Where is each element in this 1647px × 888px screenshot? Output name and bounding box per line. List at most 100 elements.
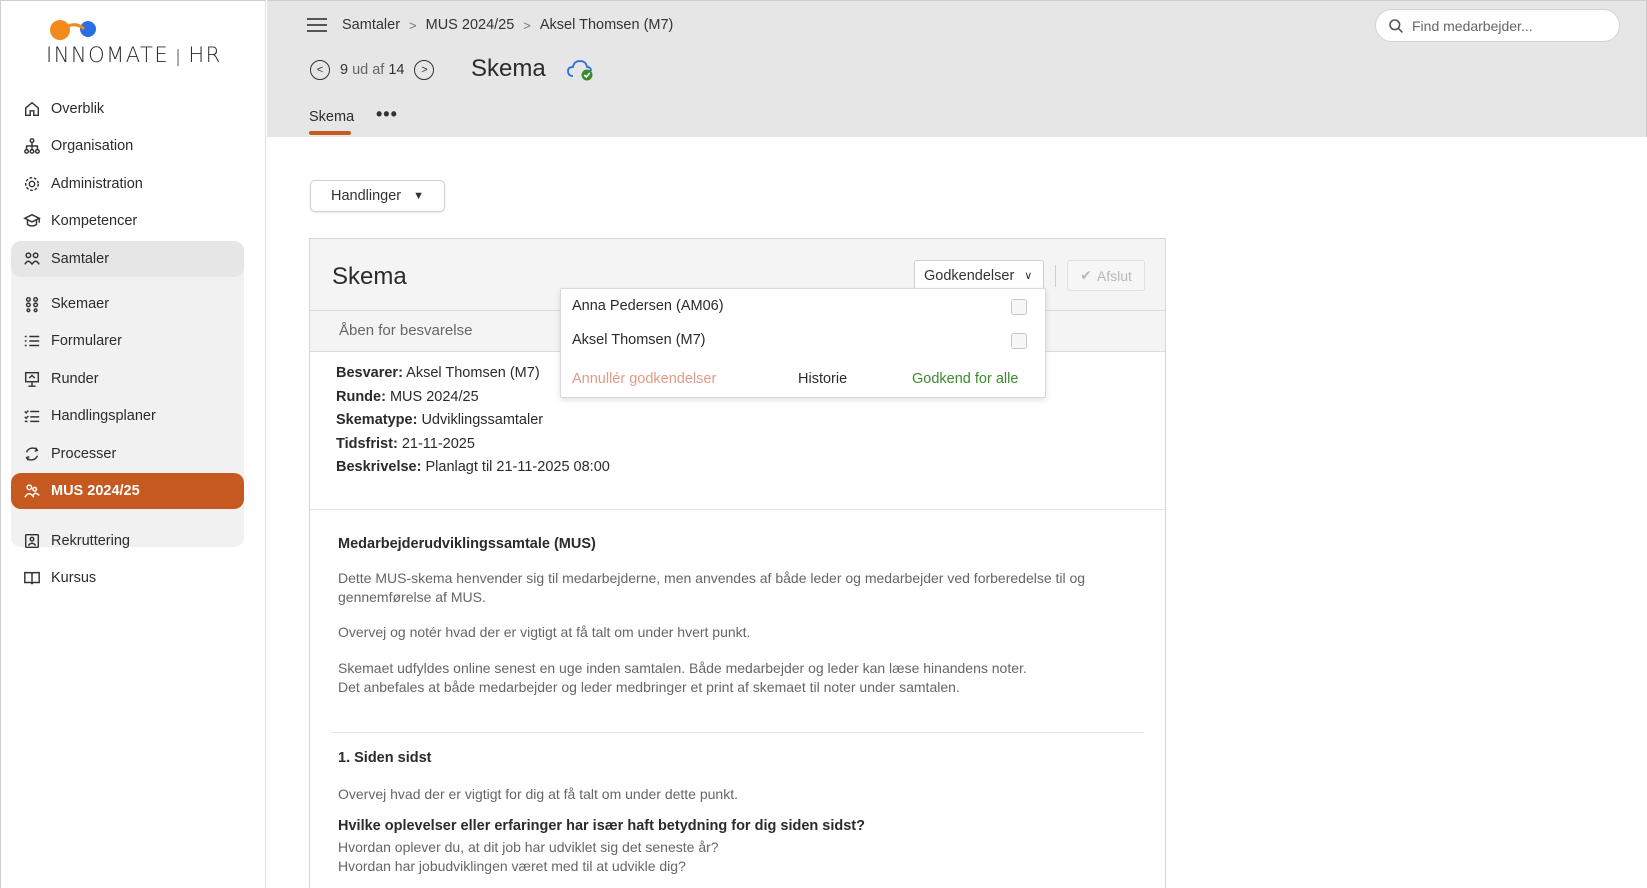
sidebar-item-organisation[interactable]: Organisation bbox=[11, 128, 244, 164]
previous-icon[interactable]: < bbox=[310, 60, 330, 80]
meta-key: Skematype: bbox=[336, 412, 418, 428]
sidebar-item-label: Handlingsplaner bbox=[51, 408, 156, 424]
sidebar-item-administration[interactable]: Administration bbox=[11, 166, 244, 202]
cloud-saved-icon bbox=[567, 60, 593, 81]
search-input[interactable] bbox=[1412, 17, 1592, 34]
brand-separator: | bbox=[175, 47, 183, 67]
approver-checkbox[interactable] bbox=[1011, 299, 1027, 315]
meta-value: 21-11-2025 bbox=[401, 435, 475, 452]
breadcrumb: Samtaler > MUS 2024/25 > Aksel Thomsen (… bbox=[342, 17, 673, 33]
sidebar-item-label: Overblik bbox=[51, 101, 105, 117]
book-icon bbox=[23, 569, 41, 587]
grid-dots-icon bbox=[23, 295, 41, 313]
people-icon bbox=[23, 482, 41, 500]
card-title: Skema bbox=[332, 263, 407, 290]
breadcrumb-mus[interactable]: MUS 2024/25 bbox=[426, 17, 515, 33]
brand-suffix: HR bbox=[188, 43, 222, 67]
meta-value: Aksel Thomsen (M7) bbox=[406, 365, 540, 381]
home-icon bbox=[23, 100, 41, 118]
chevron-down-icon: ∨ bbox=[1024, 270, 1033, 282]
pager: < 9 ud af 14 > bbox=[310, 60, 435, 80]
divider bbox=[310, 509, 1165, 510]
sidebar-item-overblik[interactable]: Overblik bbox=[11, 91, 244, 127]
section-subquestion: Hvordan har jobudviklingen været med til… bbox=[338, 858, 686, 874]
section-subquestion: Hvordan oplever du, at dit job har udvik… bbox=[338, 839, 719, 855]
breadcrumb-samtaler[interactable]: Samtaler bbox=[342, 17, 400, 33]
sidebar-item-formularer[interactable]: Formularer bbox=[11, 323, 244, 359]
section-question: Hvilke oplevelser eller erfaringer har i… bbox=[338, 818, 865, 834]
sidebar-item-label: MUS 2024/25 bbox=[51, 483, 140, 499]
approver-name: Anna Pedersen (AM06) bbox=[572, 298, 724, 314]
meta-key: Beskrivelse: bbox=[336, 459, 422, 475]
meta-key: Tidsfrist: bbox=[336, 435, 398, 452]
page-title: Skema bbox=[471, 55, 546, 82]
approvals-button[interactable]: Godkendelser ∨ bbox=[914, 260, 1044, 291]
sidebar-item-label: Samtaler bbox=[51, 251, 110, 267]
menu-icon[interactable] bbox=[307, 18, 327, 32]
cycle-icon bbox=[23, 445, 41, 463]
meta-row: Beskrivelse: Planlagt til 21-11-2025 08:… bbox=[336, 456, 610, 480]
sidebar-item-label: Rekruttering bbox=[51, 533, 130, 549]
meta-row: Skematype: Udviklingssamtaler bbox=[336, 409, 610, 433]
pager-of-label: ud af bbox=[352, 62, 385, 78]
sidebar-item-runder[interactable]: Runder bbox=[11, 361, 244, 397]
intro-paragraph: Skemaet udfyldes online senest en uge in… bbox=[338, 660, 1027, 676]
sidebar-item-label: Organisation bbox=[51, 138, 134, 154]
logo-text: INNOMATE | HR bbox=[46, 43, 222, 67]
section-heading: 1. Siden sidst bbox=[338, 750, 432, 766]
check-icon: ✔ bbox=[1080, 267, 1092, 283]
history-button[interactable]: Historie bbox=[798, 371, 847, 387]
pager-current: 9 bbox=[340, 62, 349, 78]
next-icon[interactable]: > bbox=[414, 60, 435, 80]
more-options-icon[interactable]: ••• bbox=[376, 104, 398, 125]
approvals-dropdown: Anna Pedersen (AM06) Aksel Thomsen (M7) … bbox=[560, 288, 1046, 398]
sidebar-item-rekruttering[interactable]: Rekruttering bbox=[11, 523, 244, 559]
logo[interactable]: INNOMATE | HR bbox=[46, 15, 236, 71]
sidebar-item-samtaler[interactable]: Samtaler bbox=[11, 241, 244, 277]
topbar: Samtaler > MUS 2024/25 > Aksel Thomsen (… bbox=[267, 0, 1647, 137]
sidebar-item-label: Skemaer bbox=[51, 296, 110, 312]
meta-key: Besvarer: bbox=[336, 365, 403, 381]
search-icon bbox=[1389, 18, 1403, 33]
cancel-approvals-button[interactable]: Annullér godkendelser bbox=[572, 371, 716, 387]
intro-paragraph: Overvej og notér hvad der er vigtigt at … bbox=[338, 624, 751, 640]
sidebar-item-label: Administration bbox=[51, 176, 143, 192]
divider bbox=[332, 732, 1144, 733]
sidebar-item-handlingsplaner[interactable]: Handlingsplaner bbox=[11, 398, 244, 434]
breadcrumb-employee[interactable]: Aksel Thomsen (M7) bbox=[540, 17, 674, 33]
actions-button[interactable]: Handlinger ▼ bbox=[310, 180, 445, 212]
sidebar-item-mus-2024-25[interactable]: MUS 2024/25 bbox=[11, 473, 244, 509]
sidebar-item-skemaer[interactable]: Skemaer bbox=[11, 286, 244, 322]
tab-active-indicator bbox=[309, 131, 351, 135]
brand-name: INNOMATE bbox=[46, 43, 170, 67]
meta-row: Tidsfrist: 21-11-2025 bbox=[336, 433, 610, 457]
search-box[interactable] bbox=[1375, 9, 1620, 42]
meta-value: Planlagt til 21-11-2025 08:00 bbox=[425, 459, 610, 475]
intro-heading: Medarbejderudviklingssamtale (MUS) bbox=[338, 536, 596, 552]
approve-all-button[interactable]: Godkend for alle bbox=[912, 371, 1018, 387]
actions-label: Handlinger bbox=[330, 188, 402, 204]
org-chart-icon bbox=[23, 137, 41, 155]
sidebar-item-kompetencer[interactable]: Kompetencer bbox=[11, 203, 244, 239]
gear-icon bbox=[23, 175, 41, 193]
sidebar-item-processer[interactable]: Processer bbox=[11, 436, 244, 472]
sidebar-item-label: Processer bbox=[51, 446, 117, 462]
checklist-icon bbox=[23, 407, 41, 425]
approvals-label: Godkendelser bbox=[924, 267, 1015, 284]
sidebar-item-label: Runder bbox=[51, 371, 99, 387]
approver-checkbox[interactable] bbox=[1011, 333, 1027, 349]
sidebar-item-label: Kursus bbox=[51, 570, 97, 586]
chevron-down-icon: ▼ bbox=[413, 190, 425, 202]
meta-value: MUS 2024/25 bbox=[389, 388, 479, 405]
graduation-cap-icon bbox=[23, 212, 41, 230]
status-text: Åben for besvarelse bbox=[339, 322, 473, 339]
presentation-icon bbox=[23, 370, 41, 388]
sidebar-item-label: Formularer bbox=[51, 333, 122, 349]
sidebar-item-kursus[interactable]: Kursus bbox=[11, 560, 244, 596]
divider bbox=[1055, 265, 1056, 287]
section-text: Overvej hvad der er vigtigt for dig at f… bbox=[338, 786, 738, 802]
finish-button[interactable]: ✔ Afslut bbox=[1067, 260, 1145, 291]
chevron-right-icon: > bbox=[523, 17, 531, 33]
sidebar: INNOMATE | HR Overblik Organisation Admini… bbox=[0, 0, 266, 888]
tab-skema[interactable]: Skema bbox=[309, 109, 354, 125]
